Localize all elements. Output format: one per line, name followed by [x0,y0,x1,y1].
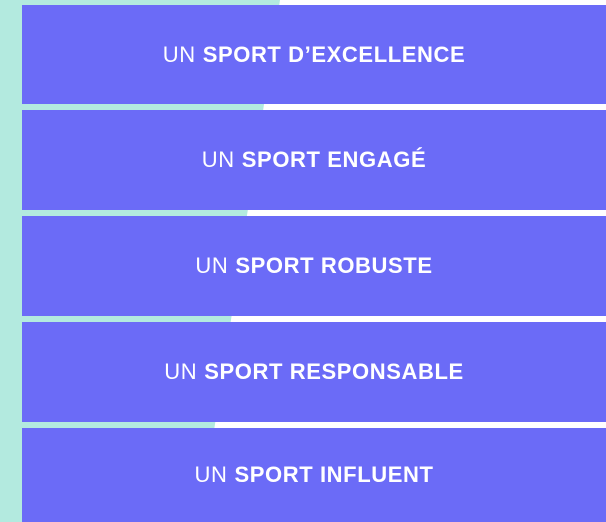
menu-item-prefix: UN [162,41,196,67]
menu-item-sport-excellence[interactable]: UN SPORT D’EXCELLENCE [22,5,606,104]
menu-item-label: SPORT D’EXCELLENCE [202,41,466,67]
menu-item-sport-influent[interactable]: UN SPORT INFLUENT [22,428,606,522]
pillars-menu: UN SPORT D’EXCELLENCE UN SPORT ENGAGÉ UN… [22,0,606,522]
menu-item-prefix: UN [194,462,228,487]
menu-item-sport-responsable[interactable]: UN SPORT RESPONSABLE [22,322,606,422]
menu-item-sport-robuste[interactable]: UN SPORT ROBUSTE [22,216,606,316]
menu-item-label: SPORT INFLUENT [234,462,434,487]
menu-item-prefix: UN [195,253,229,278]
menu-item-label: SPORT ENGAGÉ [241,147,427,172]
menu-item-prefix: UN [201,147,235,172]
menu-item-label: SPORT ROBUSTE [235,253,433,278]
menu-item-prefix: UN [164,359,198,384]
menu-item-label: SPORT RESPONSABLE [204,359,464,384]
menu-item-sport-engage[interactable]: UN SPORT ENGAGÉ [22,110,606,210]
